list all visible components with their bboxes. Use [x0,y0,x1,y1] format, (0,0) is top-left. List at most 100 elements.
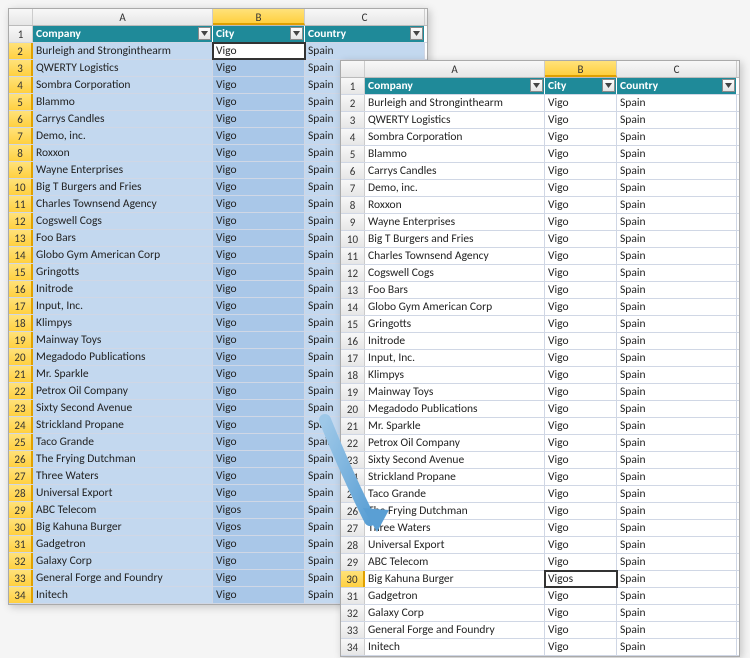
cell-city[interactable]: Vigo [213,468,305,484]
cell-city[interactable]: Vigo [213,315,305,331]
cell-company[interactable]: Gringotts [365,316,545,332]
cell-country[interactable]: Spain [617,265,737,281]
row-header[interactable]: 3 [341,112,365,128]
row-header[interactable]: 28 [9,485,33,501]
row-header[interactable]: 19 [9,332,33,348]
select-all-corner[interactable] [341,61,365,77]
row-header[interactable]: 27 [341,520,365,536]
cell-city[interactable]: Vigo [545,622,617,638]
filter-dropdown-icon[interactable] [722,79,735,92]
cell-country[interactable]: Spain [617,180,737,196]
cell-city[interactable]: Vigo [545,265,617,281]
cell-city[interactable]: Vigo [545,384,617,400]
cell-city[interactable]: Vigo [545,435,617,451]
row-header[interactable]: 5 [9,94,33,110]
cell-company[interactable]: Foo Bars [33,230,213,246]
cell-company[interactable]: Universal Export [33,485,213,501]
row-header[interactable]: 10 [9,179,33,195]
row-header[interactable]: 9 [341,214,365,230]
filter-dropdown-icon[interactable] [602,79,615,92]
row-header[interactable]: 23 [9,400,33,416]
cell-company[interactable]: Big Kahuna Burger [365,571,545,587]
cell-city[interactable]: Vigo [213,94,305,110]
cell-company[interactable]: Initrode [33,281,213,297]
cell-city[interactable]: Vigo [213,281,305,297]
cell-city[interactable]: Vigo [545,401,617,417]
cell-company[interactable]: Charles Townsend Agency [365,248,545,264]
cell-city[interactable]: Vigo [545,214,617,230]
cell-city[interactable]: Vigo [213,553,305,569]
row-header[interactable]: 5 [341,146,365,162]
cell-city[interactable]: Vigos [545,571,617,587]
cell-company[interactable]: Roxxon [33,145,213,161]
cell-country[interactable]: Spain [617,537,737,553]
cell-city[interactable]: Vigo [545,95,617,111]
row-header[interactable]: 4 [9,77,33,93]
row-header[interactable]: 22 [9,383,33,399]
column-header-b[interactable]: B [213,9,305,25]
row-header[interactable]: 20 [341,401,365,417]
row-header[interactable]: 17 [9,298,33,314]
cell-company[interactable]: Three Waters [365,520,545,536]
cell-city[interactable]: Vigo [213,162,305,178]
cell-company[interactable]: Three Waters [33,468,213,484]
column-header-a[interactable]: A [365,61,545,77]
row-header[interactable]: 3 [9,60,33,76]
cell-city[interactable]: Vigo [213,264,305,280]
row-header[interactable]: 18 [9,315,33,331]
cell-country[interactable]: Spain [617,129,737,145]
column-header-a[interactable]: A [33,9,213,25]
cell-city[interactable]: Vigo [213,349,305,365]
cell-city[interactable]: Vigo [213,213,305,229]
cell-country[interactable]: Spain [617,639,737,655]
cell-city[interactable]: Vigo [545,367,617,383]
cell-city[interactable]: Vigo [545,520,617,536]
cell-city[interactable]: Vigos [213,502,305,518]
cell-company[interactable]: The Frying Dutchman [365,503,545,519]
cell-company[interactable]: Input, Inc. [365,350,545,366]
cell-company[interactable]: Klimpys [33,315,213,331]
row-header[interactable]: 25 [9,434,33,450]
cell-country[interactable]: Spain [617,554,737,570]
cell-company[interactable]: Wayne Enterprises [33,162,213,178]
cell-country[interactable]: Spain [617,520,737,536]
cell-company[interactable]: Mr. Sparkle [365,418,545,434]
cell-company[interactable]: Sombra Corporation [365,129,545,145]
row-header[interactable]: 20 [9,349,33,365]
cell-city[interactable]: Vigo [213,570,305,586]
cell-company[interactable]: Mainway Toys [33,332,213,348]
cell-country[interactable]: Spain [617,163,737,179]
row-header[interactable]: 34 [9,587,33,603]
cell-company[interactable]: Carrys Candles [365,163,545,179]
row-header[interactable]: 13 [9,230,33,246]
header-city[interactable]: City [545,78,617,94]
cell-city[interactable]: Vigo [545,146,617,162]
cell-company[interactable]: Burleigh and Stronginthearm [33,43,213,59]
row-header[interactable]: 14 [9,247,33,263]
cell-city[interactable]: Vigo [213,417,305,433]
cell-city[interactable]: Vigo [213,366,305,382]
row-header[interactable]: 32 [9,553,33,569]
row-header[interactable]: 15 [9,264,33,280]
cell-city[interactable]: Vigo [213,111,305,127]
row-header[interactable]: 4 [341,129,365,145]
cell-company[interactable]: Blammo [33,94,213,110]
cell-country[interactable]: Spain [617,622,737,638]
cell-city[interactable]: Vigo [545,197,617,213]
cell-country[interactable]: Spain [617,333,737,349]
cell-country[interactable]: Spain [617,316,737,332]
cell-city[interactable]: Vigo [213,400,305,416]
cell-company[interactable]: Demo, inc. [33,128,213,144]
cell-city[interactable]: Vigo [213,43,305,59]
row-header[interactable]: 15 [341,316,365,332]
row-header[interactable]: 32 [341,605,365,621]
cell-city[interactable]: Vigo [213,587,305,603]
row-header[interactable]: 31 [341,588,365,604]
cell-country[interactable]: Spain [617,418,737,434]
cell-country[interactable]: Spain [617,282,737,298]
row-header[interactable]: 8 [341,197,365,213]
cell-country[interactable]: Spain [617,571,737,587]
filter-dropdown-icon[interactable] [290,27,303,40]
cell-company[interactable]: Big T Burgers and Fries [365,231,545,247]
cell-company[interactable]: Initech [365,639,545,655]
